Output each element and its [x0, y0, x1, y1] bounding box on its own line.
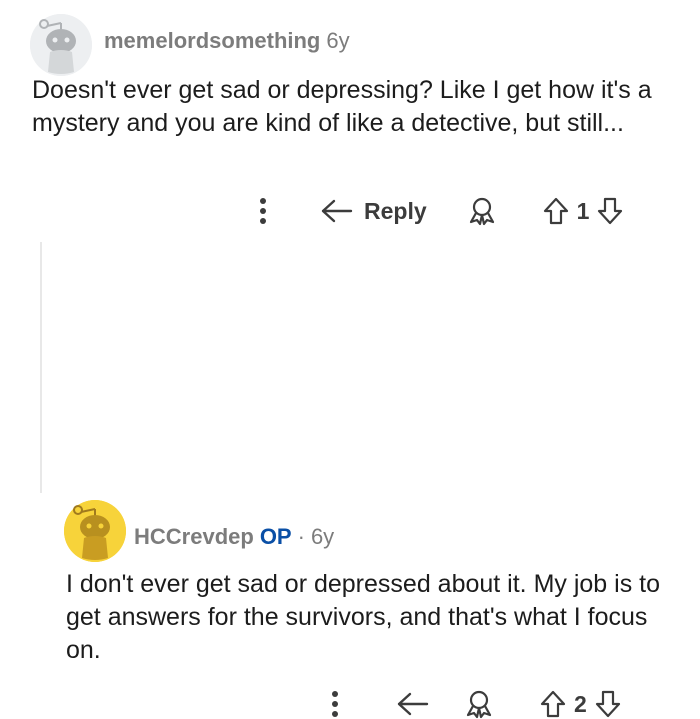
meta-separator: ·: [297, 524, 305, 549]
upvote-icon[interactable]: [538, 689, 568, 719]
comment-age: 6y: [326, 28, 350, 53]
comment-actions: 2: [330, 689, 623, 719]
vote-score: 2: [574, 690, 587, 717]
comment-age: 6y: [310, 524, 335, 549]
award-icon[interactable]: [464, 689, 494, 719]
snoo-avatar-icon: [64, 500, 126, 562]
upvote-icon[interactable]: [541, 196, 571, 226]
comment-body: Doesn't ever get sad or depressing? Like…: [32, 76, 652, 137]
reply-label: Reply: [364, 197, 427, 224]
comment-actions: Reply 1: [258, 196, 625, 226]
comment-meta: HCCrevdep OP · 6y: [134, 524, 334, 550]
vote-score: 1: [576, 197, 590, 224]
reply-arrow-icon: [321, 199, 353, 223]
avatar[interactable]: [30, 14, 92, 76]
comment-meta: memelordsomething 6y: [104, 28, 350, 54]
snoo-avatar-icon: [30, 14, 92, 76]
comment-parent: memelordsomething 6y Doesn't ever get sa…: [0, 0, 700, 240]
more-vertical-icon[interactable]: [258, 196, 268, 226]
op-badge: OP: [259, 524, 292, 549]
username[interactable]: memelordsomething: [104, 28, 320, 54]
username[interactable]: HCCrevdep: [134, 524, 254, 550]
reply-button[interactable]: Reply: [320, 198, 427, 225]
downvote-icon[interactable]: [595, 196, 625, 226]
reply-arrow-icon: [397, 692, 429, 716]
reply-button[interactable]: [396, 691, 430, 717]
comment-reply: HCCrevdep OP · 6y I don't ever get sad o…: [0, 242, 700, 719]
award-icon[interactable]: [467, 196, 497, 226]
downvote-icon[interactable]: [593, 689, 623, 719]
more-vertical-icon[interactable]: [330, 689, 340, 719]
avatar[interactable]: [64, 500, 126, 562]
comment-body: I don't ever get sad or depressed about …: [66, 570, 660, 664]
